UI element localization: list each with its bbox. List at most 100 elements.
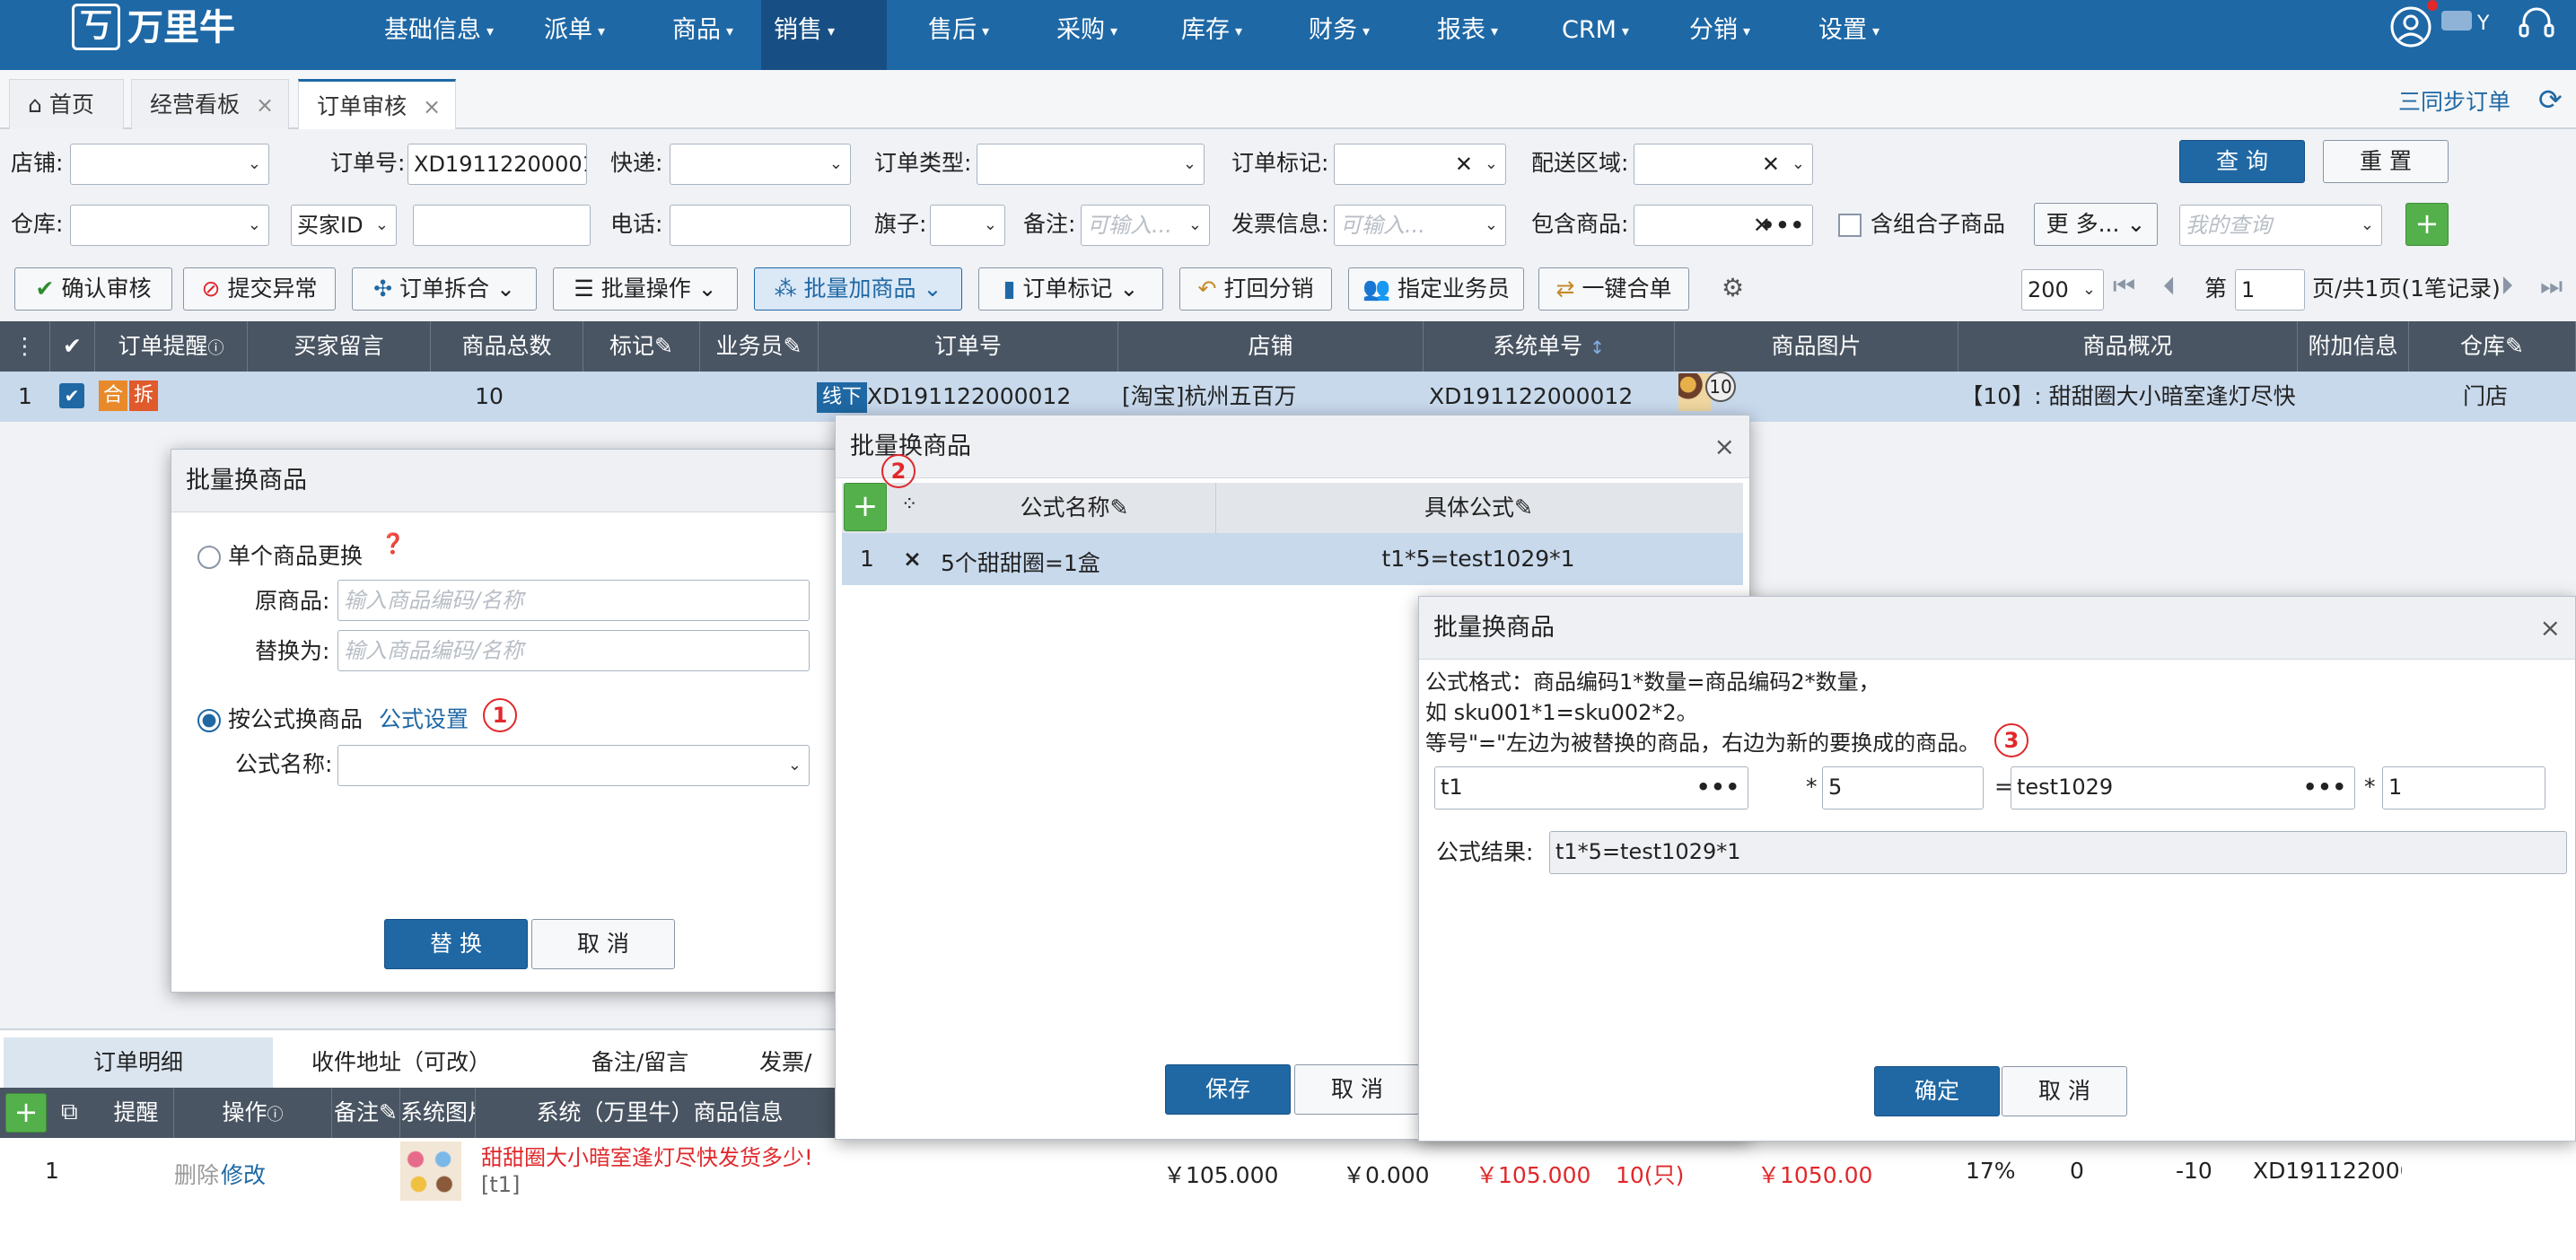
tab-dashboard[interactable]: 经营看板 × — [131, 79, 289, 129]
detail-goods-image[interactable] — [400, 1142, 461, 1201]
order-mark-button[interactable]: ▮ 订单标记 ⌄ — [978, 267, 1163, 311]
tab-order-review[interactable]: 订单审核 × — [298, 79, 456, 129]
delete-link[interactable]: 删除 — [174, 1158, 219, 1190]
delivery-area-select[interactable]: ✕ ⌄ — [1634, 144, 1813, 185]
delete-formula-icon[interactable]: × — [903, 546, 922, 572]
assign-salesperson-button[interactable]: 👥 指定业务员 — [1348, 267, 1524, 311]
buyer-id-input[interactable] — [413, 205, 591, 246]
buyer-id-select[interactable]: 买家ID ⌄ — [291, 205, 397, 246]
dialog1-cancel-button[interactable]: 取 消 — [531, 919, 675, 969]
radio-formula[interactable] — [197, 709, 221, 732]
add-formula-button[interactable]: + — [844, 483, 887, 531]
detail-tab-remark[interactable]: 备注/留言 — [539, 1037, 741, 1088]
detail-tab-address[interactable]: 收件地址（可改） — [282, 1037, 521, 1088]
batch-add-goods-button[interactable]: ⁂ 批量加商品 ⌄ — [754, 267, 962, 311]
nav-item-distribution[interactable]: 分销 ▾ — [1677, 0, 1763, 70]
target-sku-input[interactable]: test1029 ••• — [2011, 766, 2355, 809]
flag-select[interactable]: ⌄ — [930, 205, 1005, 246]
dialog2-cancel-button[interactable]: 取 消 — [1294, 1064, 1420, 1115]
user-avatar-icon[interactable] — [2389, 5, 2432, 48]
more-icon[interactable]: ••• — [2303, 767, 2347, 807]
option-formula-replace[interactable]: 按公式换商品 — [197, 702, 363, 734]
copy-icon[interactable]: ⧉ — [61, 1098, 78, 1126]
page-size-select[interactable]: 200 ⌄ — [2021, 269, 2104, 311]
target-qty-input[interactable]: 1 — [2382, 766, 2545, 809]
query-button[interactable]: 查 询 — [2179, 140, 2305, 183]
detail-tab-invoice[interactable]: 发票/ — [759, 1037, 840, 1088]
original-goods-input[interactable]: 输入商品编码/名称 — [337, 580, 810, 621]
radio-single[interactable] — [197, 546, 221, 569]
sync-order-link[interactable]: 三同步订单 — [2398, 84, 2510, 117]
formula-name-select[interactable]: ⌄ — [337, 745, 810, 786]
close-icon[interactable]: × — [2540, 597, 2561, 660]
combo-checkbox[interactable] — [1838, 214, 1862, 237]
order-type-select[interactable]: ⌄ — [977, 144, 1205, 185]
order-mark-select[interactable]: ✕ ⌄ — [1334, 144, 1506, 185]
nav-item-settings[interactable]: 设置 ▾ — [1806, 0, 1892, 70]
confirm-review-button[interactable]: ✔ 确认审核 — [14, 267, 172, 311]
nav-item-goods[interactable]: 商品 ▾ — [660, 0, 746, 70]
return-distribution-button[interactable]: ↶ 打回分销 — [1179, 267, 1332, 311]
nav-item-dispatch[interactable]: 派单 ▾ — [531, 0, 618, 70]
clear-icon[interactable]: ✕ — [1762, 144, 1780, 184]
contains-goods-input[interactable]: ✕ ••• — [1634, 205, 1813, 246]
tab-home[interactable]: ⌂ 首页 — [9, 79, 124, 129]
formula-settings-link[interactable]: 公式设置 — [379, 702, 469, 734]
row-checkbox[interactable]: ✔ — [59, 383, 84, 408]
dialog3-cancel-button[interactable]: 取 消 — [2002, 1066, 2127, 1116]
split-order-button[interactable]: ✣ 订单拆合 ⌄ — [352, 267, 537, 311]
gear-icon[interactable]: ⚙ — [1722, 273, 1744, 302]
shop-select[interactable]: ⌄ — [70, 144, 269, 185]
reset-button[interactable]: 重 置 — [2323, 140, 2449, 183]
batch-ops-button[interactable]: ☰ 批量操作 ⌄ — [553, 267, 738, 311]
save-button[interactable]: 保存 — [1165, 1064, 1291, 1115]
detail-tab-order-detail[interactable]: 订单明细 — [4, 1037, 273, 1088]
confirm-button[interactable]: 确定 — [1874, 1066, 2000, 1116]
next-page-icon[interactable]: ⏵ — [2501, 271, 2513, 302]
option-single-replace[interactable]: 单个商品更换 — [197, 538, 363, 571]
add-detail-button[interactable]: + — [5, 1093, 47, 1133]
nav-item-inventory[interactable]: 库存 ▾ — [1169, 0, 1255, 70]
close-icon[interactable]: × — [1714, 416, 1735, 478]
replace-button[interactable]: 替 换 — [384, 919, 528, 969]
detail-goods-name[interactable]: 甜甜圈大小暗室逢灯尽快发货多少! — [481, 1140, 813, 1171]
nav-item-crm[interactable]: CRM ▾ — [1549, 0, 1642, 70]
invoice-input[interactable]: 可输入... ⌄ — [1334, 205, 1506, 246]
my-query-select[interactable]: 我的查询 ⌄ — [2179, 205, 2382, 246]
more-button[interactable]: 更 多... ⌄ — [2034, 203, 2158, 246]
nav-item-basic-info[interactable]: 基础信息 ▾ — [372, 0, 506, 70]
close-icon[interactable]: × — [256, 92, 274, 118]
clear-icon[interactable]: ✕ — [1455, 144, 1473, 184]
source-qty-input[interactable]: 5 — [1822, 766, 1984, 809]
one-click-merge-button[interactable]: ⇄ 一键合单 — [1538, 267, 1689, 311]
help-icon[interactable]: ❓ — [381, 533, 405, 556]
remark-input[interactable]: 可输入... ⌄ — [1081, 205, 1210, 246]
close-icon[interactable]: × — [423, 94, 441, 119]
replace-with-input[interactable]: 输入商品编码/名称 — [337, 630, 810, 671]
submit-exception-button[interactable]: ⊘ 提交异常 — [183, 267, 336, 311]
grid-select-all-icon[interactable]: ✔ — [50, 321, 95, 372]
nav-item-sales[interactable]: 销售 ▾ — [761, 0, 887, 70]
grid-menu-icon[interactable]: ⋮ — [0, 321, 50, 372]
nav-item-after-sales[interactable]: 售后 ▾ — [916, 0, 1002, 70]
last-page-icon[interactable]: ⏭ — [2540, 271, 2563, 302]
shop-label: 店铺: — [11, 150, 64, 176]
more-icon[interactable]: ••• — [1761, 206, 1805, 245]
nav-item-purchase[interactable]: 采购 ▾ — [1044, 0, 1130, 70]
modify-link[interactable]: 修改 — [221, 1158, 266, 1190]
formula-header-formula: 具体公式✎ — [1215, 483, 1741, 533]
first-page-icon[interactable]: ⏮ — [2113, 271, 2135, 302]
customer-service-icon[interactable] — [2513, 2, 2560, 48]
page-input[interactable]: 1 — [2235, 269, 2305, 311]
refresh-icon[interactable]: ⟳ — [2538, 83, 2563, 117]
express-select[interactable]: ⌄ — [670, 144, 851, 185]
prev-page-icon[interactable]: ⏴ — [2163, 271, 2176, 302]
nav-item-finance[interactable]: 财务 ▾ — [1296, 0, 1382, 70]
phone-input[interactable] — [670, 205, 851, 246]
warehouse-select[interactable]: ⌄ — [70, 205, 269, 246]
nav-item-reports[interactable]: 报表 ▾ — [1424, 0, 1511, 70]
order-no-input[interactable]: XD191122000012 — [407, 144, 587, 185]
add-query-button[interactable]: + — [2405, 203, 2449, 246]
more-icon[interactable]: ••• — [1696, 767, 1740, 807]
source-sku-input[interactable]: t1 ••• — [1434, 766, 1748, 809]
